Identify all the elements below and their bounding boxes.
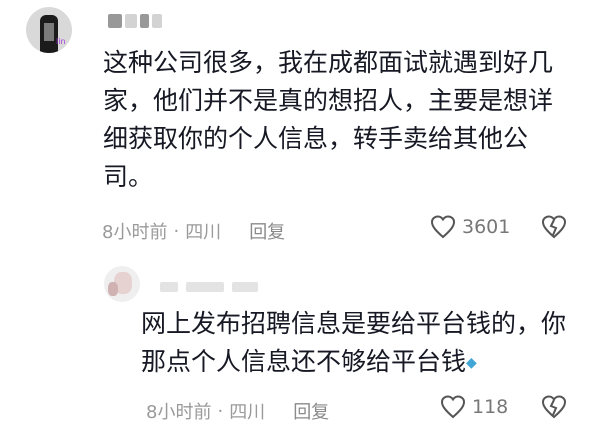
avatar-silhouette-detail (108, 282, 118, 296)
like-button[interactable]: 3601 (430, 215, 510, 239)
like-count: 118 (472, 396, 509, 418)
comment-time: 8小时前 (102, 222, 168, 243)
dislike-button[interactable] (541, 215, 567, 239)
avatar-silhouette-detail (44, 23, 54, 41)
reply-button[interactable]: 回复 (293, 398, 329, 424)
broken-heart-icon (541, 215, 567, 239)
broken-heart-icon (541, 395, 567, 419)
emoji-icon: ◆ (466, 355, 477, 371)
blurred-name-segment (125, 14, 137, 28)
avatar-tag: lin (56, 37, 66, 46)
reply-avatar[interactable] (104, 266, 140, 302)
heart-outline-icon (430, 215, 456, 239)
blurred-name-segment (186, 282, 224, 292)
comment-time: 8小时前 (146, 402, 212, 423)
meta-separator: · (173, 220, 180, 242)
blurred-name-segment (152, 14, 162, 28)
blurred-name-segment (140, 14, 149, 28)
heart-outline-icon (440, 395, 466, 419)
blurred-name-segment (160, 282, 178, 292)
reply-button[interactable]: 回复 (249, 218, 285, 244)
reply-meta: 8小时前 · 四川 回复 (146, 398, 329, 424)
dislike-button[interactable] (541, 395, 567, 419)
comment-location: 四川 (185, 222, 222, 243)
like-button[interactable]: 118 (440, 395, 508, 419)
reply-text: 网上发布招聘信息是要给平台钱的，你那点个人信息还不够给平台钱◆ (141, 305, 581, 382)
commenter-avatar[interactable]: lin (26, 7, 72, 53)
comment-location: 四川 (229, 402, 266, 423)
blurred-name-segment (108, 14, 122, 28)
comment-meta: 8小时前 · 四川 回复 (102, 218, 285, 244)
reply-commenter-name-blurred[interactable] (160, 280, 280, 294)
reply-text-content: 网上发布招聘信息是要给平台钱的，你那点个人信息还不够给平台钱 (141, 309, 567, 376)
commenter-name-blurred[interactable] (108, 10, 164, 32)
meta-separator: · (217, 400, 224, 422)
like-count: 3601 (462, 216, 511, 238)
comment-text: 这种公司很多，我在成都面试就遇到好几家，他们并不是真的想招人，主要是想详细获取你… (103, 48, 554, 191)
blurred-name-segment (232, 282, 258, 292)
